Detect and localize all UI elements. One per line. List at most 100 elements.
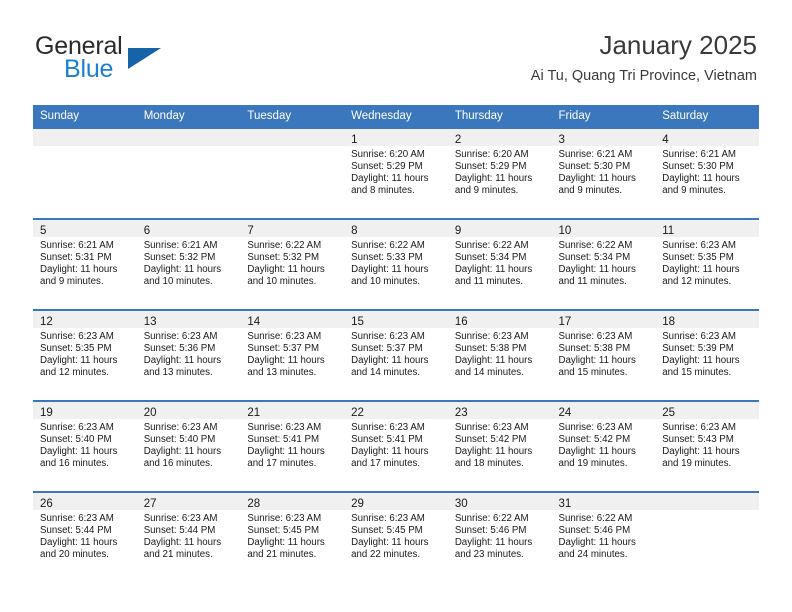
daylight-duration-line2: and 16 minutes. [143,457,213,469]
daylight-duration-line1: Daylight: 11 hours [351,263,429,275]
sunrise-time: Sunrise: 6:23 AM [40,422,114,433]
calendar-day-cell[interactable]: 1 Sunrise: 6:20 AM Sunset: 5:29 PM Daylight… [344,127,448,219]
day-number-band: 12 [33,311,137,328]
day-details: Sunrise: 6:23 AM Sunset: 5:44 PM Daylight:… [33,510,137,561]
calendar-day-cell[interactable]: 5 Sunrise: 6:21 AM Sunset: 5:31 PM Daylight… [33,218,137,310]
day-number: 6 [143,225,151,237]
calendar-day-inner [240,129,345,218]
calendar-day-cell[interactable]: 10 Sunrise: 6:22 AM Sunset: 5:34 PM Dayligh… [551,218,656,310]
day-number-band: 19 [33,402,137,419]
day-details: Sunrise: 6:23 AM Sunset: 5:45 PM Daylight:… [344,510,448,561]
calendar-week-row: 12 Sunrise: 6:23 AM Sunset: 5:35 PM Dayligh… [33,309,759,401]
calendar-day-cell[interactable]: 25 Sunrise: 6:23 AM Sunset: 5:43 PM Dayligh… [655,400,759,492]
calendar-day-cell[interactable]: 17 Sunrise: 6:23 AM Sunset: 5:38 PM Dayligh… [551,309,656,401]
day-number: 2 [454,134,462,146]
calendar-day-cell[interactable]: 22 Sunrise: 6:23 AM Sunset: 5:41 PM Dayligh… [344,400,448,492]
sunset-time: Sunset: 5:30 PM [662,160,734,172]
calendar-day-cell[interactable]: 3 Sunrise: 6:21 AM Sunset: 5:30 PM Daylight… [551,127,656,219]
sunset-time: Sunset: 5:41 PM [247,433,320,445]
day-number-band: 31 [551,493,656,510]
daylight-duration-line1: Daylight: 11 hours [558,354,636,366]
calendar-day-cell[interactable]: 6 Sunrise: 6:21 AM Sunset: 5:32 PM Daylight… [136,218,241,310]
sunrise-time: Sunrise: 6:21 AM [40,240,114,251]
sunrise-time: Sunrise: 6:23 AM [351,513,425,524]
day-details: Sunrise: 6:23 AM Sunset: 5:37 PM Daylight:… [344,328,448,379]
calendar-day-cell[interactable]: 28 Sunrise: 6:23 AM Sunset: 5:45 PM Dayligh… [240,491,345,582]
day-number-band [655,493,759,510]
day-number: 15 [351,316,364,328]
daylight-duration-line1: Daylight: 11 hours [351,536,429,548]
day-number-band: 21 [240,402,345,419]
calendar-header-row: Sunday Monday Tuesday Wednesday Thursday… [33,105,759,128]
calendar-day-cell[interactable]: 14 Sunrise: 6:23 AM Sunset: 5:37 PM Dayligh… [240,309,345,401]
sunset-time: Sunset: 5:32 PM [247,251,320,263]
calendar-day-cell[interactable]: 16 Sunrise: 6:23 AM Sunset: 5:38 PM Dayligh… [447,309,552,401]
sunrise-time: Sunrise: 6:23 AM [143,422,218,433]
calendar-day-cell[interactable]: 13 Sunrise: 6:23 AM Sunset: 5:36 PM Dayligh… [136,309,241,401]
daylight-duration-line2: and 23 minutes. [454,548,524,560]
day-number-band: 5 [33,220,137,237]
calendar-day-inner: 15 Sunrise: 6:23 AM Sunset: 5:37 PM Dayligh… [344,311,448,400]
calendar-day-cell[interactable]: 8 Sunrise: 6:22 AM Sunset: 5:33 PM Daylight… [344,218,448,310]
sunset-time: Sunset: 5:40 PM [143,433,216,445]
sunrise-time: Sunrise: 6:23 AM [454,422,529,433]
day-details: Sunrise: 6:21 AM Sunset: 5:31 PM Daylight:… [33,237,137,288]
calendar-day-inner: 18 Sunrise: 6:23 AM Sunset: 5:39 PM Dayligh… [655,311,759,400]
daylight-duration-line1: Daylight: 11 hours [143,536,222,548]
calendar-day-cell[interactable]: 19 Sunrise: 6:23 AM Sunset: 5:40 PM Dayligh… [33,400,137,492]
calendar-day-cell[interactable]: 30 Sunrise: 6:22 AM Sunset: 5:46 PM Dayligh… [447,491,552,582]
daylight-duration-line2: and 9 minutes. [558,184,623,196]
calendar-page: General Blue January 2025 Ai Tu, Quang T… [0,0,792,612]
calendar-day-cell[interactable]: 2 Sunrise: 6:20 AM Sunset: 5:29 PM Daylight… [447,127,552,219]
calendar-day-cell[interactable]: 15 Sunrise: 6:23 AM Sunset: 5:37 PM Dayligh… [344,309,448,401]
day-number: 19 [40,407,53,419]
calendar-day-cell[interactable]: 11 Sunrise: 6:23 AM Sunset: 5:35 PM Dayligh… [655,218,759,310]
day-details: Sunrise: 6:23 AM Sunset: 5:36 PM Daylight:… [137,328,241,379]
calendar-day-cell[interactable]: 31 Sunrise: 6:22 AM Sunset: 5:46 PM Dayligh… [551,491,656,582]
sunset-time: Sunset: 5:38 PM [558,342,631,354]
daylight-duration-line1: Daylight: 11 hours [143,354,222,366]
calendar-day-cell[interactable]: 9 Sunrise: 6:22 AM Sunset: 5:34 PM Daylight… [447,218,552,310]
calendar-day-cell[interactable]: 12 Sunrise: 6:23 AM Sunset: 5:35 PM Dayligh… [33,309,137,401]
brand-logo[interactable]: General Blue [33,32,243,90]
sunrise-time: Sunrise: 6:23 AM [143,331,218,342]
sunset-time: Sunset: 5:42 PM [558,433,631,445]
calendar-day-cell-empty [33,127,137,219]
calendar-day-cell[interactable]: 7 Sunrise: 6:22 AM Sunset: 5:32 PM Daylight… [240,218,345,310]
calendar-day-inner: 9 Sunrise: 6:22 AM Sunset: 5:34 PM Daylight… [447,220,552,309]
sunset-time: Sunset: 5:30 PM [558,160,631,172]
calendar-day-cell[interactable]: 26 Sunrise: 6:23 AM Sunset: 5:44 PM Dayligh… [33,491,137,582]
calendar-day-cell[interactable]: 24 Sunrise: 6:23 AM Sunset: 5:42 PM Dayligh… [551,400,656,492]
sunset-time: Sunset: 5:34 PM [558,251,631,263]
daylight-duration-line2: and 8 minutes. [351,184,415,196]
calendar-day-cell[interactable]: 23 Sunrise: 6:23 AM Sunset: 5:42 PM Dayligh… [447,400,552,492]
daylight-duration-line2: and 10 minutes. [247,275,317,287]
daylight-duration-line1: Daylight: 11 hours [247,445,325,457]
daylight-duration-line1: Daylight: 11 hours [454,536,533,548]
calendar-day-cell[interactable]: 21 Sunrise: 6:23 AM Sunset: 5:41 PM Dayligh… [240,400,345,492]
sunset-time: Sunset: 5:29 PM [454,160,527,172]
calendar-day-inner: 29 Sunrise: 6:23 AM Sunset: 5:45 PM Dayligh… [344,493,448,582]
calendar-day-cell[interactable]: 4 Sunrise: 6:21 AM Sunset: 5:30 PM Daylight… [655,127,759,219]
calendar-day-cell[interactable]: 27 Sunrise: 6:23 AM Sunset: 5:44 PM Dayligh… [136,491,241,582]
day-details: Sunrise: 6:23 AM Sunset: 5:44 PM Daylight:… [137,510,241,561]
sunrise-time: Sunrise: 6:23 AM [558,422,633,433]
day-number: 1 [351,134,358,146]
day-details: Sunrise: 6:23 AM Sunset: 5:42 PM Daylight:… [448,419,552,470]
day-number-band: 28 [240,493,345,510]
day-number: 25 [662,407,676,419]
day-number-band: 17 [551,311,656,328]
sunrise-time: Sunrise: 6:23 AM [454,331,529,342]
calendar-day-cell[interactable]: 20 Sunrise: 6:23 AM Sunset: 5:40 PM Dayligh… [136,400,241,492]
daylight-duration-line1: Daylight: 11 hours [558,445,636,457]
page-subtitle: Ai Tu, Quang Tri Province, Vietnam [530,68,757,84]
calendar-day-cell[interactable]: 18 Sunrise: 6:23 AM Sunset: 5:39 PM Dayligh… [655,309,759,401]
calendar-day-inner: 14 Sunrise: 6:23 AM Sunset: 5:37 PM Dayligh… [240,311,345,400]
day-number: 12 [40,316,53,328]
calendar-day-inner: 3 Sunrise: 6:21 AM Sunset: 5:30 PM Daylight… [551,129,656,218]
daylight-duration-line2: and 18 minutes. [454,457,524,469]
calendar-day-cell-empty [240,127,345,219]
calendar-day-cell[interactable]: 29 Sunrise: 6:23 AM Sunset: 5:45 PM Dayligh… [344,491,448,582]
day-number: 5 [40,225,47,237]
day-number-band: 1 [344,129,448,146]
